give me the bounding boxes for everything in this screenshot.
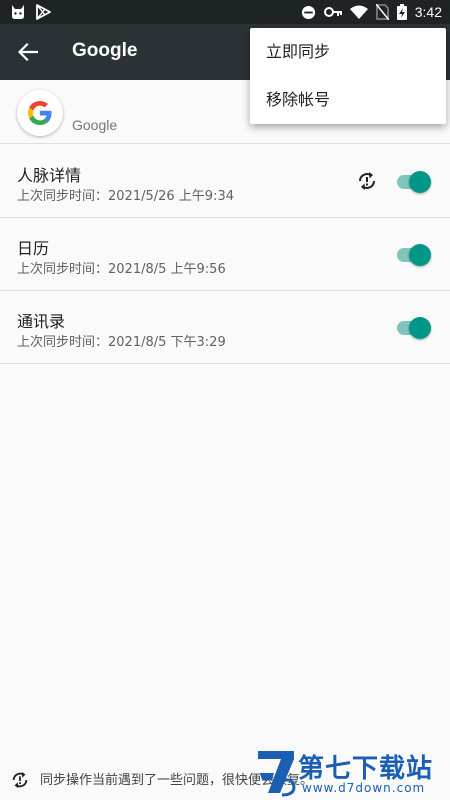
sync-toggle[interactable] <box>396 317 432 339</box>
page-title: Google <box>72 40 138 61</box>
key-icon <box>323 7 342 17</box>
switch-thumb <box>409 171 431 193</box>
no-sim-icon <box>375 4 389 20</box>
back-button[interactable] <box>14 40 42 64</box>
account-name: Google <box>72 117 118 133</box>
watermark-title: 第七下载站 <box>298 754 434 784</box>
cat-icon <box>12 5 24 19</box>
sync-item-title: 通讯录 <box>17 312 66 331</box>
menu-item-sync-now[interactable]: 立即同步 <box>250 28 446 76</box>
sync-item-contacts[interactable]: 通讯录 上次同步时间：2021/8/5 下午3:29 <box>0 291 450 364</box>
sync-list: 人脉详情 上次同步时间：2021/5/26 上午9:34 日历 上次同步时间：2… <box>0 145 450 364</box>
sync-problem-icon <box>359 172 375 190</box>
sync-toggle[interactable] <box>396 244 432 266</box>
watermark-url: www.d7down.com <box>302 781 426 795</box>
account-avatar <box>17 90 63 136</box>
status-notifications <box>10 3 51 21</box>
sync-item-contacts-details[interactable]: 人脉详情 上次同步时间：2021/5/26 上午9:34 <box>0 145 450 218</box>
status-bar: 3:42 <box>0 0 450 24</box>
menu-item-remove-account[interactable]: 移除帐号 <box>250 76 446 124</box>
switch-thumb <box>409 244 431 266</box>
watermark-logo-icon <box>258 751 296 797</box>
arrow-left-icon <box>18 43 38 61</box>
play-store-icon <box>36 4 51 20</box>
wifi-icon <box>349 5 368 19</box>
switch-thumb <box>409 317 431 339</box>
sync-item-subtitle: 上次同步时间：2021/8/5 下午3:29 <box>17 335 226 350</box>
status-time: 3:42 <box>414 4 442 20</box>
watermark: 第七下载站 www.d7down.com <box>256 745 450 800</box>
google-logo-icon <box>28 101 52 125</box>
overflow-menu: 立即同步 移除帐号 <box>250 28 446 124</box>
sync-item-calendar[interactable]: 日历 上次同步时间：2021/8/5 上午9:56 <box>0 218 450 291</box>
status-system: 3:42 <box>301 2 442 22</box>
battery-charging-icon <box>396 4 407 20</box>
sync-problem-icon <box>12 771 28 789</box>
sync-item-subtitle: 上次同步时间：2021/8/5 上午9:56 <box>17 262 226 277</box>
sync-item-title: 人脉详情 <box>17 166 82 185</box>
do-not-disturb-icon <box>301 5 315 19</box>
sync-toggle[interactable] <box>396 171 432 193</box>
sync-item-title: 日历 <box>17 239 50 258</box>
sync-item-subtitle: 上次同步时间：2021/5/26 上午9:34 <box>17 189 234 204</box>
